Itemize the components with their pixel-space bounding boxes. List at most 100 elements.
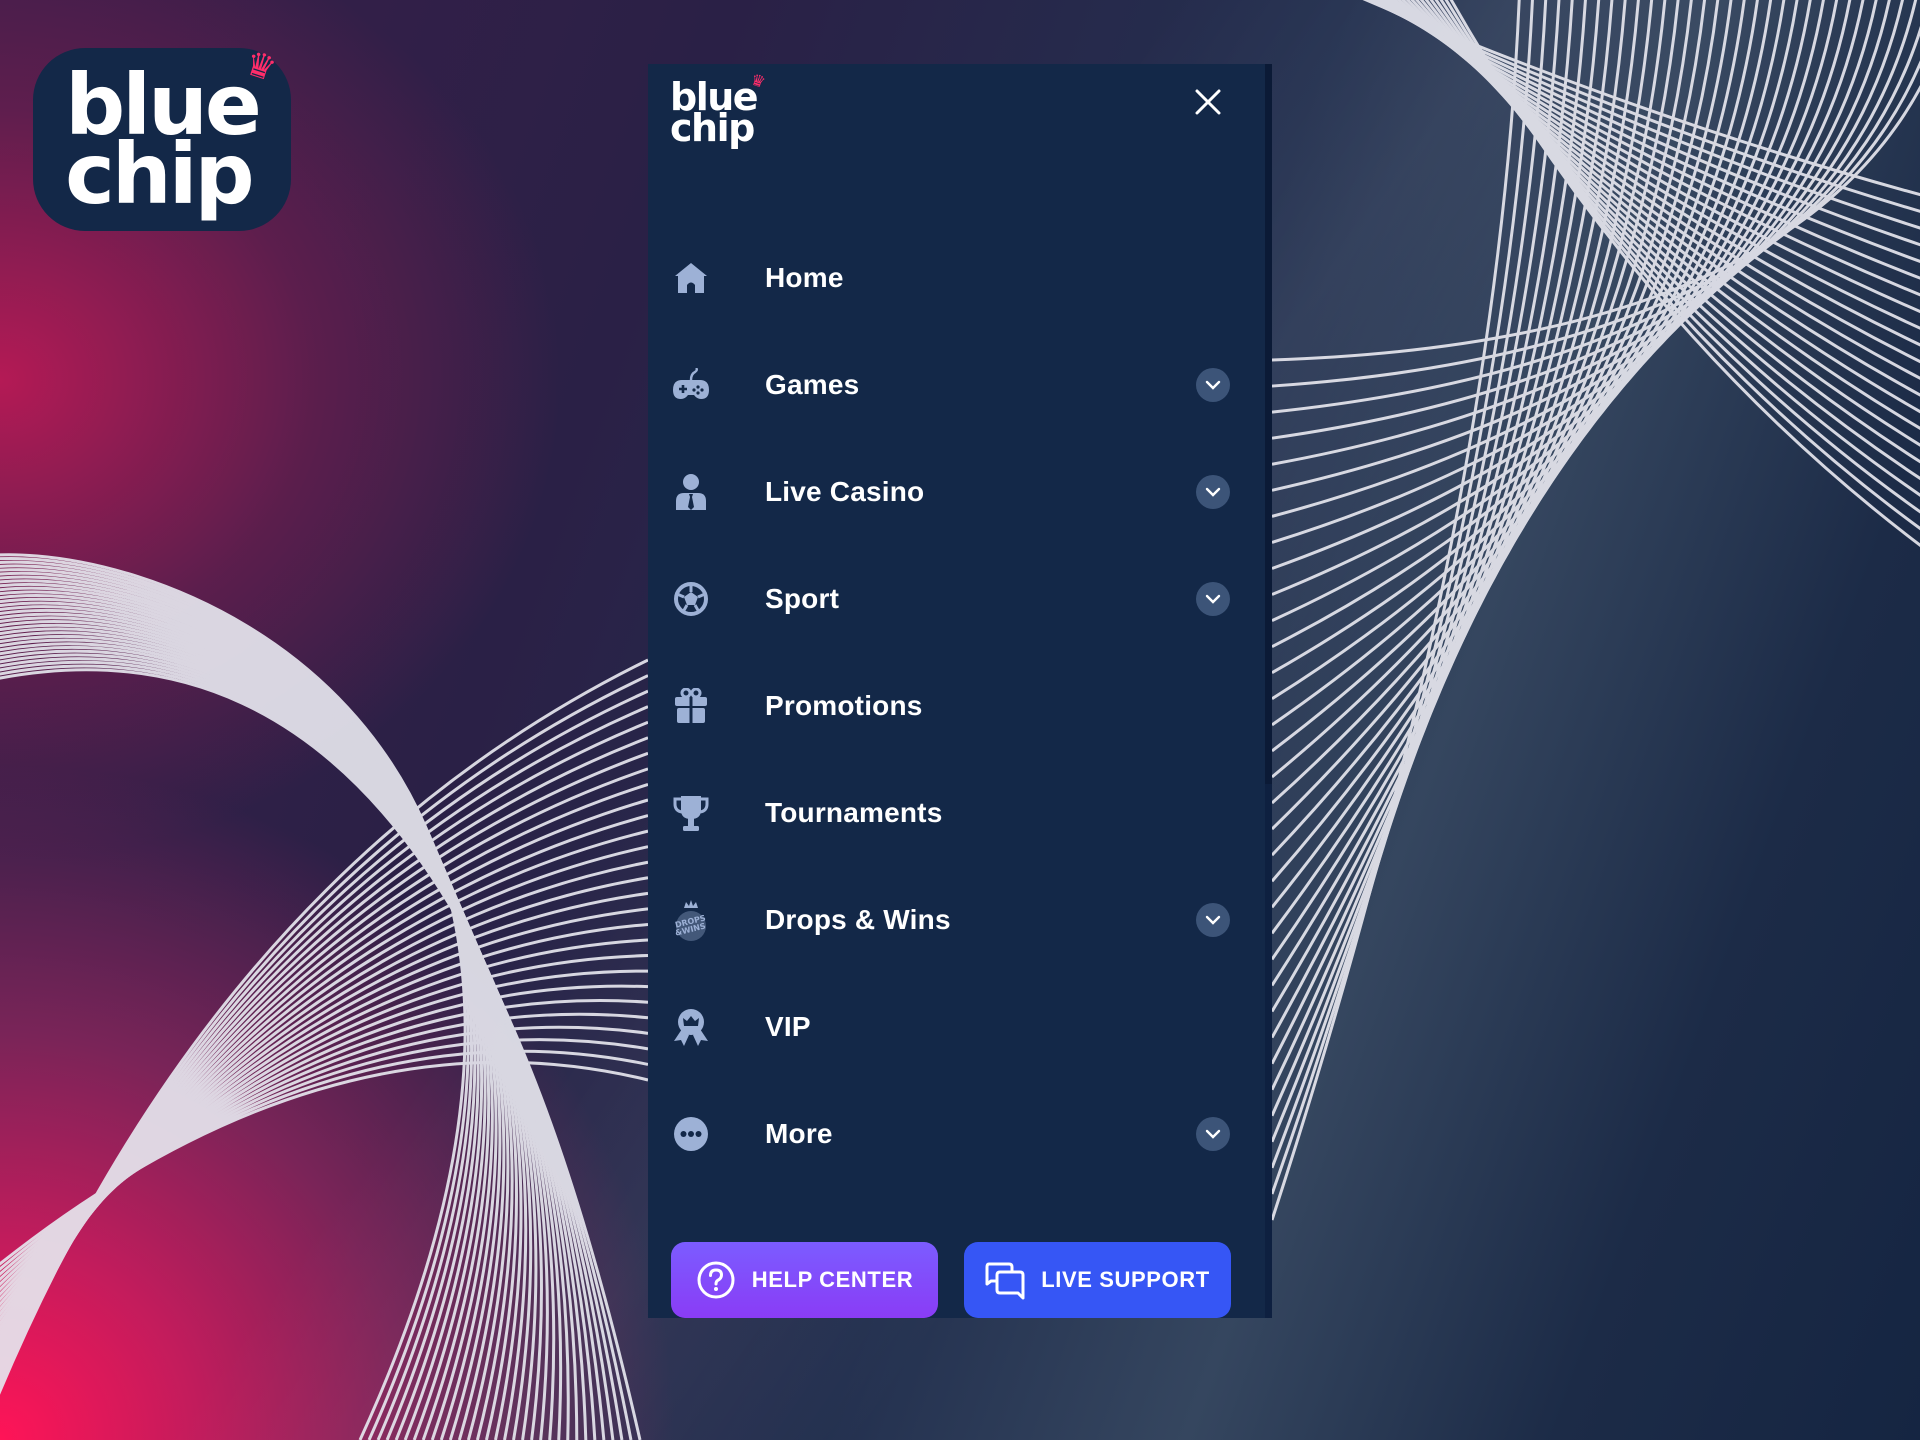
background-wave-line	[0, 860, 649, 1336]
background-wave-line	[0, 571, 484, 1440]
live-support-label: LIVE SUPPORT	[1041, 1267, 1210, 1292]
expand-more-button[interactable]	[1196, 1116, 1230, 1151]
background-wave-line	[0, 557, 470, 1440]
background-wave-line	[0, 783, 649, 1360]
background-wave-line	[1392, 0, 1920, 347]
background-wave-line	[1271, 0, 1878, 518]
background-wave-line	[1373, 0, 1920, 263]
chevron-down-icon	[1205, 380, 1221, 390]
nav-label: Home	[765, 261, 844, 293]
expand-live-casino-button[interactable]	[1196, 474, 1230, 509]
expand-games-button[interactable]	[1196, 367, 1230, 402]
nav-item-more[interactable]: More	[648, 1080, 1272, 1187]
background-wave-line	[1388, 0, 1920, 330]
background-wave-line	[0, 664, 633, 1440]
trophy-icon	[672, 794, 710, 832]
background-wave-line	[1271, 0, 1904, 466]
background-wave-line	[0, 657, 615, 1440]
background-wave-line	[1419, 0, 1920, 447]
background-wave-line	[0, 590, 502, 1440]
background-wave-line	[1271, 0, 1839, 596]
background-wave-line	[1271, 0, 1865, 544]
nav-item-games[interactable]: Games	[648, 331, 1272, 438]
nav-label: Tournaments	[765, 796, 943, 828]
background-wave-line	[1449, 0, 1920, 547]
background-wave-line	[1414, 0, 1920, 431]
home-icon	[672, 259, 710, 297]
background-wave-line	[0, 668, 642, 1440]
brand-logo: blue chip ♛	[65, 42, 279, 215]
background-wave-line	[0, 954, 649, 1307]
drawer-logo-line2: chip	[670, 106, 755, 151]
background-wave-line	[0, 653, 606, 1440]
crown-icon: ♛	[240, 42, 279, 89]
background-wave-line	[1270, 0, 1706, 857]
close-icon	[1195, 89, 1221, 115]
background-wave-line	[1380, 0, 1920, 297]
chat-bubbles-icon	[985, 1262, 1025, 1300]
background-wave-line	[0, 568, 480, 1440]
drawer-logo[interactable]: blue chip ♛	[670, 69, 767, 151]
expand-sport-button[interactable]	[1196, 581, 1230, 616]
help-center-button[interactable]: HELP CENTER	[671, 1242, 938, 1318]
background-wave-line	[1271, 59, 1920, 388]
background-wave-line	[1369, 0, 1920, 247]
background-wave-line	[0, 1012, 649, 1287]
background-wave-line	[0, 560, 473, 1440]
background-wave-line	[1439, 0, 1920, 514]
background-wave-line	[1270, 0, 1733, 805]
background-wave-line	[0, 705, 649, 1382]
nav-label: Drops & Wins	[765, 903, 951, 935]
background-wave-line	[0, 845, 649, 1341]
chevron-down-icon	[1205, 1129, 1221, 1139]
gift-icon	[672, 687, 710, 725]
background-wave-line	[1271, 25, 1920, 414]
background-wave-line	[0, 660, 624, 1440]
background-wave-line	[1271, 0, 1786, 701]
nav-label: Games	[765, 368, 860, 400]
nav-item-tournaments[interactable]: Tournaments	[648, 759, 1272, 866]
background-wave-line	[0, 876, 649, 1331]
background-wave-line	[1271, 0, 1759, 753]
nav-menu: Home Games Live Casino Sport Promotions …	[648, 224, 1272, 1187]
background-wave-line	[1410, 0, 1920, 414]
background-wave-line	[1366, 0, 1920, 230]
nav-label: VIP	[765, 1010, 811, 1042]
background-wave-line	[0, 751, 649, 1369]
background-wave-line	[1364, 0, 1920, 213]
nav-item-promotions[interactable]: Promotions	[648, 652, 1272, 759]
background-wave-line	[1396, 0, 1920, 364]
background-wave-line	[0, 597, 510, 1440]
background-wave-line	[0, 583, 494, 1440]
background-wave-line	[1444, 0, 1920, 531]
navigation-drawer: blue chip ♛ Home Games Live Casino Sport…	[648, 64, 1272, 1318]
background-wave-line	[1270, 0, 1667, 935]
background-wave-line	[0, 579, 490, 1440]
background-wave-line	[1270, 0, 1587, 1091]
background-wave-line	[0, 586, 498, 1440]
background-wave-line	[0, 623, 543, 1440]
nav-item-sport[interactable]: Sport	[648, 545, 1272, 652]
nav-item-home[interactable]: Home	[648, 224, 1272, 331]
more-dots-icon	[672, 1115, 710, 1153]
background-wave-line	[0, 736, 649, 1374]
background-wave-line	[1271, 0, 1773, 727]
live-support-button[interactable]: LIVE SUPPORT	[964, 1242, 1231, 1318]
background-wave-line	[1270, 0, 1680, 909]
nav-item-vip[interactable]: VIP	[648, 973, 1272, 1080]
background-wave-line	[1271, 0, 1812, 649]
background-wave-line	[1271, 0, 1825, 622]
nav-item-live-casino[interactable]: Live Casino	[648, 438, 1272, 545]
background-wave-line	[1271, 84, 1920, 362]
nav-item-drops-wins[interactable]: DROPS &WINS Drops & Wins	[648, 866, 1272, 973]
background-wave-line	[1271, 0, 1799, 675]
brand-logo-badge: blue chip ♛	[33, 42, 291, 231]
background-wave-line	[0, 594, 506, 1440]
question-circle-icon	[697, 1261, 735, 1299]
background-wave-line	[1376, 0, 1920, 280]
background-wave-line	[1271, 0, 1746, 779]
gamepad-icon	[672, 366, 710, 404]
close-drawer-button[interactable]	[1188, 82, 1228, 122]
background-wave-line	[0, 642, 579, 1440]
expand-drops-wins-button[interactable]	[1196, 902, 1230, 937]
